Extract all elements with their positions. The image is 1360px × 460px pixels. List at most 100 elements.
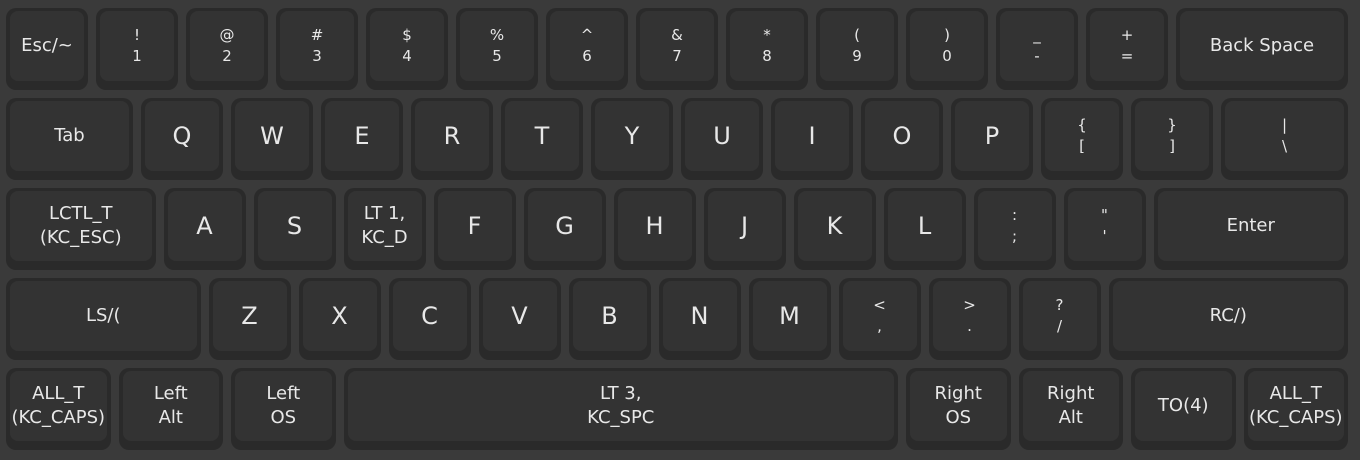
key-a[interactable]: A <box>163 188 246 270</box>
key-lt-1-kc-d[interactable]: LT 1, KC_D <box>343 188 426 270</box>
key-5[interactable]: % 5 <box>456 8 538 90</box>
key-i[interactable]: I <box>771 98 853 180</box>
key-legend: 9 <box>852 47 862 65</box>
key-shift-legend: $ <box>402 26 412 44</box>
key-symbol[interactable]: + = <box>1086 8 1168 90</box>
key-k[interactable]: K <box>793 188 876 270</box>
key-to-4[interactable]: TO(4) <box>1131 368 1236 450</box>
key-legend: V <box>511 302 528 330</box>
key-n[interactable]: N <box>658 278 741 360</box>
key-c[interactable]: C <box>388 278 471 360</box>
key-left-os[interactable]: Left OS <box>231 368 336 450</box>
key-b[interactable]: B <box>568 278 651 360</box>
key-z[interactable]: Z <box>208 278 291 360</box>
keycap: T <box>505 101 579 171</box>
key-legend-line2: OS <box>270 407 297 428</box>
key-l[interactable]: L <box>883 188 966 270</box>
key-legend-line2: (KC_CAPS) <box>11 407 106 428</box>
keycap: Esc/~ <box>10 11 84 81</box>
key-legend: - <box>1034 47 1040 65</box>
key-lt-3-kc-spc[interactable]: LT 3, KC_SPC <box>343 368 898 450</box>
key-p[interactable]: P <box>951 98 1033 180</box>
key-0[interactable]: ) 0 <box>906 8 988 90</box>
key-e[interactable]: E <box>321 98 403 180</box>
key-w[interactable]: W <box>231 98 313 180</box>
key-symbol[interactable]: }] <box>1131 98 1213 180</box>
key-shift-legend: | <box>1281 116 1288 134</box>
keycap: % 5 <box>460 11 534 81</box>
key-tab[interactable]: Tab <box>6 98 133 180</box>
keycap: {[ <box>1045 101 1119 171</box>
key-enter[interactable]: Enter <box>1153 188 1348 270</box>
key-x[interactable]: X <box>298 278 381 360</box>
key-u[interactable]: U <box>681 98 763 180</box>
key-symbol[interactable]: ? / <box>1018 278 1101 360</box>
key-all-t-kc-caps[interactable]: ALL_T (KC_CAPS) <box>6 368 111 450</box>
key-legend: Enter <box>1226 215 1275 236</box>
keycap: Left Alt <box>122 371 219 441</box>
key-ls[interactable]: LS/( <box>6 278 201 360</box>
key-9[interactable]: (9 <box>816 8 898 90</box>
key-shift-legend: + <box>1120 26 1134 44</box>
key-t[interactable]: T <box>501 98 583 180</box>
key-legend-line1: Right <box>1047 383 1095 404</box>
key-legend: 2 <box>222 47 232 65</box>
key-right-alt[interactable]: Right Alt <box>1018 368 1123 450</box>
key-shift-legend: { <box>1077 116 1087 134</box>
key-legend: LS/( <box>85 305 121 326</box>
keycap: E <box>325 101 399 171</box>
key-v[interactable]: V <box>478 278 561 360</box>
key-1[interactable]: ! 1 <box>96 8 178 90</box>
key-7[interactable]: & 7 <box>636 8 718 90</box>
key-2[interactable]: @2 <box>186 8 268 90</box>
key-legend: ; <box>1011 227 1018 245</box>
key-8[interactable]: * 8 <box>726 8 808 90</box>
key-left-alt[interactable]: Left Alt <box>118 368 223 450</box>
keycap: @2 <box>190 11 264 81</box>
key-legend: T <box>534 122 550 150</box>
keycap: #3 <box>280 11 354 81</box>
key-legend: ] <box>1169 137 1175 155</box>
key-symbol[interactable]: {[ <box>1041 98 1123 180</box>
key-3[interactable]: #3 <box>276 8 358 90</box>
key-6[interactable]: ^ 6 <box>546 8 628 90</box>
key-legend-line1: Left <box>153 383 188 404</box>
key-h[interactable]: H <box>613 188 696 270</box>
key-f[interactable]: F <box>433 188 516 270</box>
keycap: J <box>707 191 782 261</box>
key-legend: 6 <box>582 47 592 65</box>
key-symbol[interactable]: :; <box>973 188 1056 270</box>
key-back-space[interactable]: Back Space <box>1176 8 1348 90</box>
key-right-os[interactable]: Right OS <box>906 368 1011 450</box>
key-g[interactable]: G <box>523 188 606 270</box>
key-symbol[interactable]: >. <box>928 278 1011 360</box>
key-rc[interactable]: RC/) <box>1108 278 1348 360</box>
key-4[interactable]: $4 <box>366 8 448 90</box>
key-legend: RC/) <box>1209 305 1247 326</box>
key-m[interactable]: M <box>748 278 831 360</box>
key-r[interactable]: R <box>411 98 493 180</box>
key-j[interactable]: J <box>703 188 786 270</box>
key-esc[interactable]: Esc/~ <box>6 8 88 90</box>
key-symbol[interactable]: | \ <box>1221 98 1348 180</box>
key-legend: K <box>826 212 843 240</box>
key-s[interactable]: S <box>253 188 336 270</box>
key-symbol[interactable]: " ' <box>1063 188 1146 270</box>
keycap: K <box>797 191 872 261</box>
key-lctl-t-kc-esc[interactable]: LCTL_T (KC_ESC) <box>6 188 156 270</box>
keycap: Y <box>595 101 669 171</box>
key-legend: U <box>713 122 731 150</box>
keycap: P <box>955 101 1029 171</box>
key-y[interactable]: Y <box>591 98 673 180</box>
key-o[interactable]: O <box>861 98 943 180</box>
key-legend: Y <box>624 122 640 150</box>
key-q[interactable]: Q <box>141 98 223 180</box>
key-legend: Z <box>241 302 258 330</box>
key-symbol[interactable]: <, <box>838 278 921 360</box>
key-legend: 0 <box>942 47 952 65</box>
key-symbol[interactable]: _ - <box>996 8 1078 90</box>
key-legend-line2: KC_SPC <box>587 407 655 428</box>
keycap: ! 1 <box>100 11 174 81</box>
keycap: (9 <box>820 11 894 81</box>
key-all-t-kc-caps[interactable]: ALL_T (KC_CAPS) <box>1243 368 1348 450</box>
